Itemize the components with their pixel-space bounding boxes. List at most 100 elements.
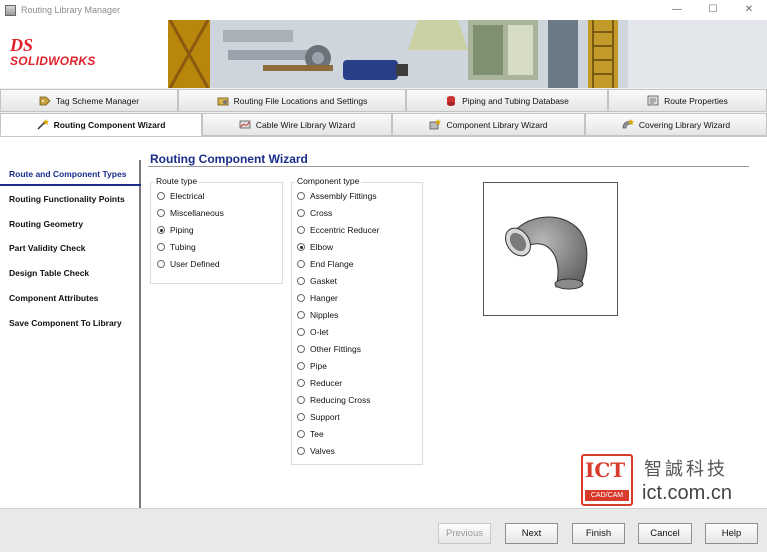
radio-label: Hanger (310, 293, 338, 303)
folder-settings-icon (217, 97, 229, 106)
banner: DS SOLIDWORKS (0, 20, 767, 88)
tab-component-library-wizard[interactable]: Component Library Wizard (392, 113, 585, 136)
solidworks-logo: DS SOLIDWORKS (10, 36, 120, 80)
radio-button[interactable] (297, 362, 305, 370)
close-button[interactable]: ✕ (731, 0, 767, 20)
tab-cable-wire-library-wizard[interactable]: Cable Wire Library Wizard (202, 113, 392, 136)
radio-button[interactable] (297, 243, 305, 251)
component-type-radio[interactable]: O-let (297, 327, 328, 337)
finish-button[interactable]: Finish (572, 523, 625, 544)
database-icon (447, 96, 456, 106)
elbow-preview-image (505, 216, 588, 290)
radio-button[interactable] (297, 277, 305, 285)
radio-button[interactable] (157, 192, 165, 200)
tab-row-2: Routing Component Wizard Cable Wire Libr… (0, 113, 767, 136)
route-type-radio[interactable]: User Defined (157, 259, 220, 269)
component-type-radio[interactable]: Hanger (297, 293, 338, 303)
next-button[interactable]: Next (505, 523, 558, 544)
component-type-radio[interactable]: Nipples (297, 310, 338, 320)
step-design-table-check[interactable]: Design Table Check (9, 268, 89, 278)
banner-piping-illustration (168, 20, 767, 88)
tab-tag-scheme-manager[interactable]: Tag Scheme Manager (0, 89, 178, 112)
radio-label: Piping (170, 225, 194, 235)
radio-button[interactable] (157, 243, 165, 251)
step-part-validity-check[interactable]: Part Validity Check (9, 243, 86, 253)
route-type-radio[interactable]: Electrical (157, 191, 204, 201)
tab-label: Tag Scheme Manager (55, 95, 140, 106)
route-type-label: Route type (154, 176, 200, 186)
radio-button[interactable] (297, 430, 305, 438)
radio-button[interactable] (297, 260, 305, 268)
radio-label: Reducing Cross (310, 395, 371, 405)
properties-icon (647, 95, 659, 106)
minimize-button[interactable]: — (659, 0, 695, 20)
tab-label: Piping and Tubing Database (462, 95, 569, 106)
radio-label: Support (310, 412, 340, 422)
help-button[interactable]: Help (705, 523, 758, 544)
step-component-attributes[interactable]: Component Attributes (9, 293, 98, 303)
step-routing-geometry[interactable]: Routing Geometry (9, 219, 83, 229)
route-type-radio[interactable]: Tubing (157, 242, 196, 252)
component-type-radio[interactable]: Assembly Fittings (297, 191, 377, 201)
radio-button[interactable] (297, 192, 305, 200)
tag-icon (39, 96, 51, 106)
component-type-radio[interactable]: Gasket (297, 276, 337, 286)
radio-label: Pipe (310, 361, 328, 371)
radio-button[interactable] (297, 396, 305, 404)
tab-label: Covering Library Wizard (638, 119, 731, 130)
radio-button[interactable] (297, 447, 305, 455)
radio-button[interactable] (297, 226, 305, 234)
radio-label: Electrical (170, 191, 205, 201)
ds-logo-mark: DS (10, 35, 34, 55)
radio-button[interactable] (157, 260, 165, 268)
radio-button[interactable] (157, 226, 165, 234)
step-routing-functionality-points[interactable]: Routing Functionality Points (9, 194, 125, 204)
radio-label: Elbow (310, 242, 334, 252)
radio-label: Reducer (310, 378, 343, 388)
step-route-and-component-types[interactable]: Route and Component Types (9, 169, 126, 179)
route-type-radio[interactable]: Piping (157, 225, 194, 235)
route-type-radio[interactable]: Miscellaneous (157, 208, 224, 218)
component-preview (483, 182, 618, 316)
radio-button[interactable] (297, 311, 305, 319)
component-wizard-icon (430, 119, 442, 130)
radio-label: Nipples (310, 310, 339, 320)
radio-button[interactable] (297, 328, 305, 336)
radio-button[interactable] (297, 379, 305, 387)
radio-button[interactable] (297, 345, 305, 353)
previous-button[interactable]: Previous (438, 523, 491, 544)
tab-covering-library-wizard[interactable]: Covering Library Wizard (585, 113, 767, 136)
radio-label: Tubing (170, 242, 196, 252)
tab-label: Route Properties (664, 95, 728, 106)
component-type-radio[interactable]: Eccentric Reducer (297, 225, 379, 235)
tab-piping-tubing-database[interactable]: Piping and Tubing Database (406, 89, 608, 112)
cancel-button[interactable]: Cancel (638, 523, 692, 544)
wizard-steps-nav: Route and Component Types Routing Functi… (0, 160, 141, 508)
component-type-radio[interactable]: Valves (297, 446, 335, 456)
component-type-radio[interactable]: Tee (297, 429, 324, 439)
tab-route-properties[interactable]: Route Properties (608, 89, 767, 112)
tab-routing-file-locations[interactable]: Routing File Locations and Settings (178, 89, 406, 112)
maximize-button[interactable]: ☐ (695, 0, 731, 20)
tab-routing-component-wizard[interactable]: Routing Component Wizard (0, 113, 202, 136)
component-type-radio[interactable]: Pipe (297, 361, 327, 371)
step-save-component-to-library[interactable]: Save Component To Library (9, 318, 122, 328)
component-type-label: Component type (295, 176, 362, 186)
title-divider (148, 166, 749, 167)
component-type-radio[interactable]: Elbow (297, 242, 333, 252)
component-type-radio[interactable]: Reducing Cross (297, 395, 370, 405)
component-type-radio[interactable]: End Flange (297, 259, 353, 269)
component-type-radio[interactable]: Reducer (297, 378, 342, 388)
radio-button[interactable] (297, 413, 305, 421)
component-type-radio[interactable]: Support (297, 412, 340, 422)
radio-button[interactable] (157, 209, 165, 217)
radio-label: Other Fittings (310, 344, 362, 354)
radio-label: End Flange (310, 259, 354, 269)
wizard-title: Routing Component Wizard (150, 152, 308, 166)
component-type-radio[interactable]: Other Fittings (297, 344, 361, 354)
radio-button[interactable] (297, 209, 305, 217)
radio-button[interactable] (297, 294, 305, 302)
watermark-company-name: 智誠科技 (644, 459, 728, 479)
component-type-radio[interactable]: Cross (297, 208, 332, 218)
tab-row-1: Tag Scheme Manager Routing File Location… (0, 89, 767, 112)
